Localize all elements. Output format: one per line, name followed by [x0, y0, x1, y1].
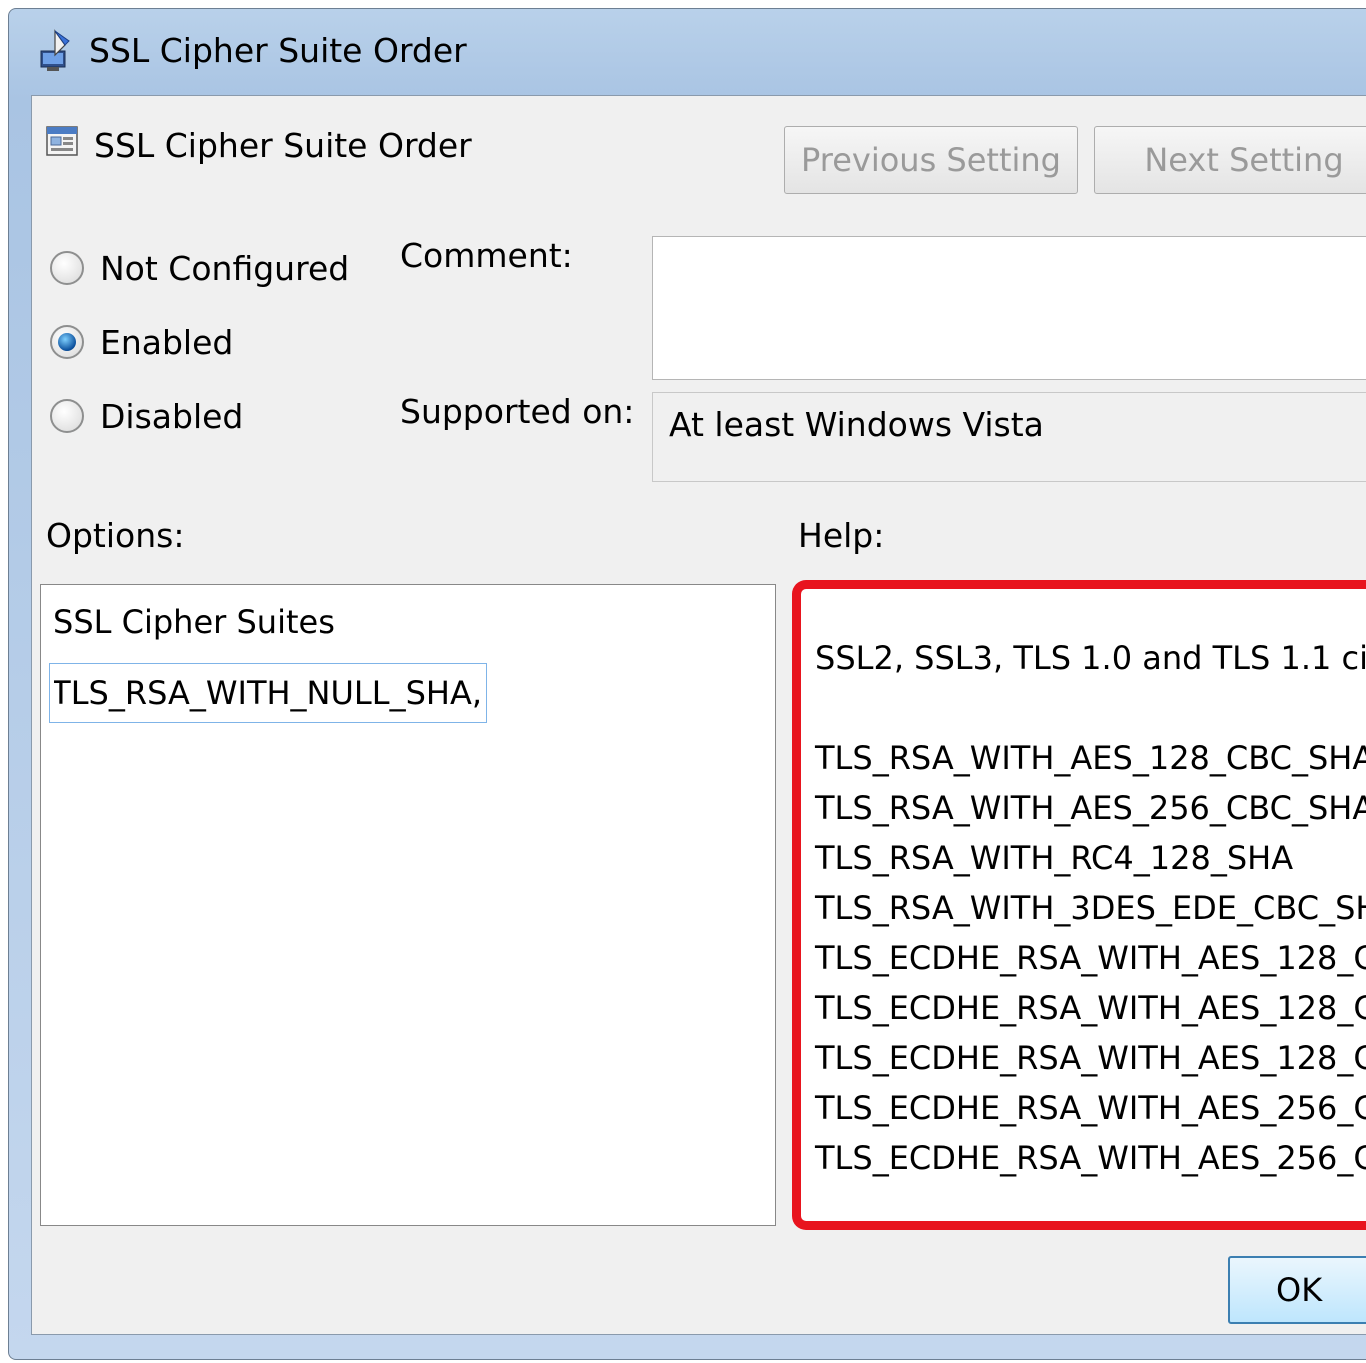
policy-setting-icon — [46, 126, 78, 156]
supported-on-label: Supported on: — [400, 392, 635, 431]
ssl-cipher-suites-input[interactable] — [49, 663, 487, 723]
next-setting-button[interactable]: Next Setting — [1094, 126, 1366, 194]
comment-label: Comment: — [400, 236, 573, 275]
help-line: TLS_RSA_WITH_AES_128_CBC_SHA — [815, 739, 1366, 777]
help-line: SSL2, SSL3, TLS 1.0 and TLS 1.1 cip — [815, 639, 1366, 677]
radio-not-configured-label: Not Configured — [100, 248, 350, 288]
radio-disabled[interactable]: Disabled — [50, 394, 243, 438]
radio-not-configured[interactable]: Not Configured — [50, 246, 349, 290]
help-line: TLS_ECDHE_RSA_WITH_AES_128_C — [815, 939, 1366, 977]
dialog-content: SSL Cipher Suite Order Previous Setting … — [31, 95, 1366, 1335]
ok-button[interactable]: OK — [1228, 1256, 1366, 1324]
radio-disabled-button[interactable] — [50, 399, 84, 433]
options-panel: SSL Cipher Suites — [40, 584, 776, 1226]
supported-on-box: At least Windows Vista — [652, 392, 1366, 482]
radio-not-configured-button[interactable] — [50, 251, 84, 285]
policy-title: SSL Cipher Suite Order — [94, 126, 472, 165]
help-line: TLS_ECDHE_RSA_WITH_AES_256_C — [815, 1139, 1366, 1177]
previous-setting-button[interactable]: Previous Setting — [784, 126, 1078, 194]
radio-enabled[interactable]: Enabled — [50, 320, 233, 364]
radio-disabled-label: Disabled — [100, 396, 244, 436]
help-line: TLS_RSA_WITH_RC4_128_SHA — [815, 839, 1294, 877]
group-policy-computer-icon — [35, 29, 79, 73]
comment-field[interactable] — [652, 236, 1366, 380]
help-line: TLS_RSA_WITH_AES_256_CBC_SHA — [815, 789, 1366, 827]
policy-dialog-window: SSL Cipher Suite Order SSL Cipher Suite … — [8, 8, 1366, 1360]
supported-on-value: At least Windows Vista — [669, 405, 1044, 444]
options-label: Options: — [46, 516, 185, 555]
help-label: Help: — [798, 516, 885, 555]
help-line: TLS_RSA_WITH_3DES_EDE_CBC_SH — [815, 889, 1366, 927]
title-bar[interactable]: SSL Cipher Suite Order — [9, 9, 1366, 95]
help-line: TLS_ECDHE_RSA_WITH_AES_128_C — [815, 989, 1366, 1027]
radio-enabled-label: Enabled — [100, 322, 234, 362]
ssl-cipher-suites-label: SSL Cipher Suites — [53, 603, 335, 641]
window-title: SSL Cipher Suite Order — [89, 31, 467, 70]
help-line: TLS_ECDHE_RSA_WITH_AES_128_C — [815, 1039, 1366, 1077]
help-panel[interactable]: SSL2, SSL3, TLS 1.0 and TLS 1.1 cip TLS_… — [792, 580, 1366, 1230]
help-line: TLS_ECDHE_RSA_WITH_AES_256_C — [815, 1089, 1366, 1127]
radio-enabled-button[interactable] — [50, 325, 84, 359]
